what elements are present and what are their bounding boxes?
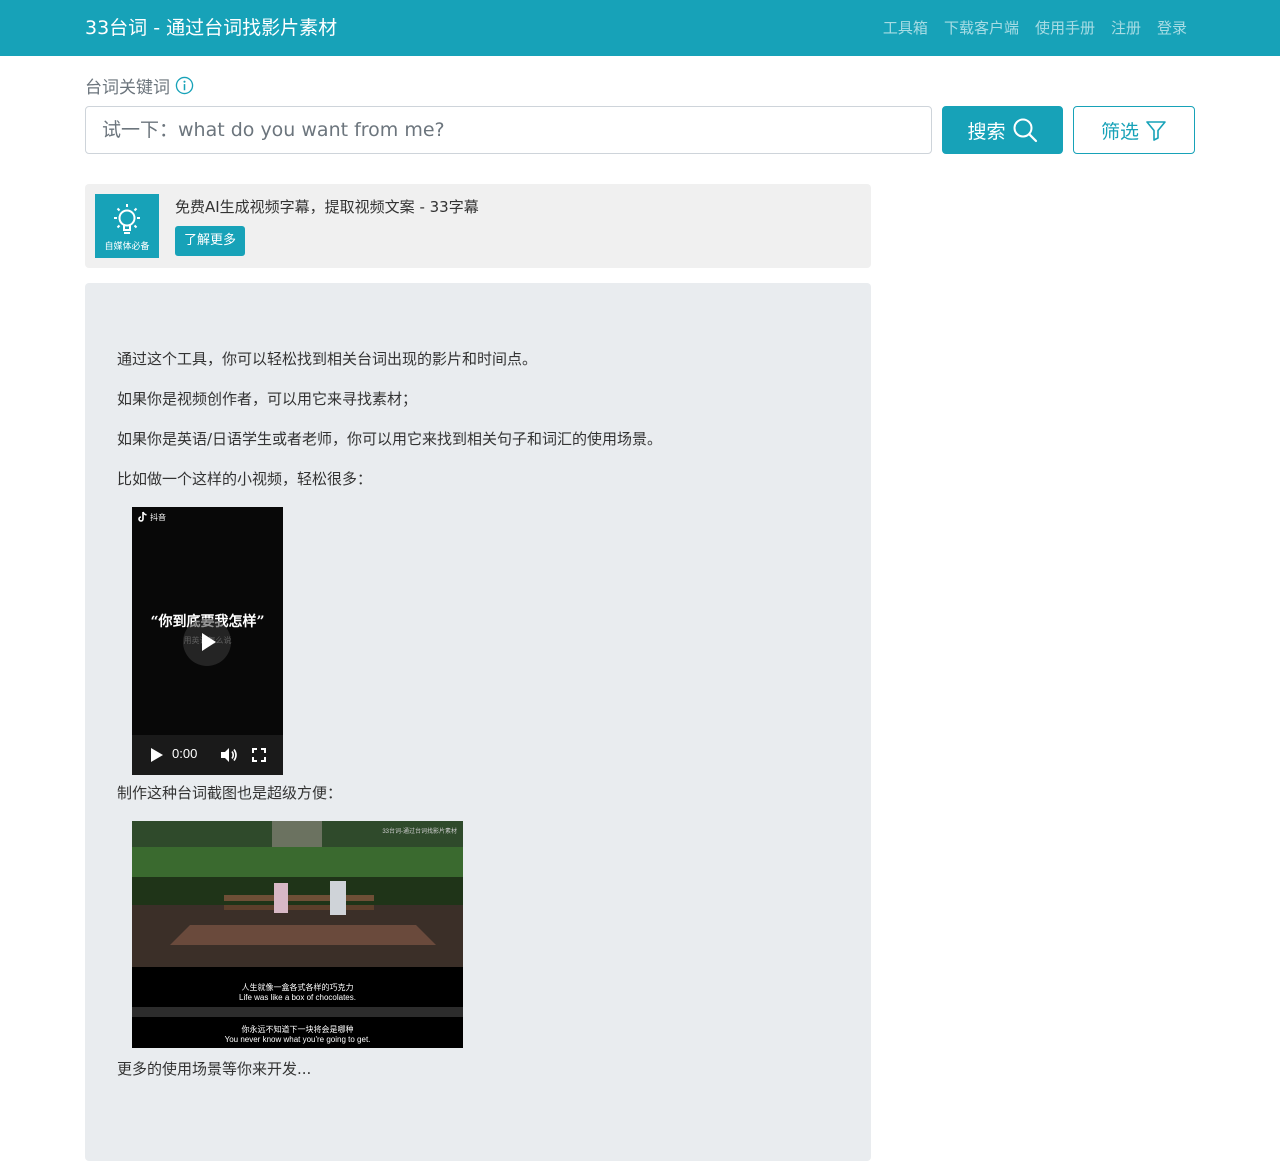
screenshot-watermark: 33台词-通过台词找影片素材 (382, 829, 457, 835)
intro-paragraph: 通过这个工具，你可以轻松找到相关台词出现的影片和时间点。 (117, 350, 538, 368)
subtitle-2-english: You never know what you're going to get. (224, 1035, 371, 1044)
subtitle-divider (132, 1007, 463, 1017)
ad-learn-more-button[interactable]: 了解更多 (175, 226, 246, 256)
play-icon[interactable] (149, 747, 165, 763)
video-brand: 抖音 (150, 513, 166, 522)
info-icon[interactable] (175, 76, 194, 95)
subtitle-2-chinese: 你永远不知道下一块将会是哪种 (241, 1025, 354, 1034)
filter-button[interactable]: 筛选 (1073, 106, 1195, 154)
play-overlay-icon[interactable] (182, 617, 232, 667)
volume-icon[interactable] (220, 747, 238, 763)
subtitle-1-chinese: 人生就像一盒各式各样的巧克力 (241, 983, 354, 992)
movie-screenshot: 33台词-通过台词找影片素材 人生就像一盒各式各样的巧克力 Life was l… (132, 821, 463, 1048)
filter-button-label: 筛选 (1100, 120, 1139, 143)
ad-logo[interactable]: 自媒体必备 (95, 194, 159, 258)
search-input[interactable] (85, 106, 932, 154)
keyword-label-text: 台词关键词 (85, 78, 170, 98)
intro-paragraph: 比如做一个这样的小视频，轻松很多： (117, 470, 373, 488)
intro-paragraph: 如果你是视频创作者，可以用它来寻找素材； (117, 390, 418, 408)
nav-login[interactable]: 登录 (1157, 17, 1187, 39)
filter-icon (1146, 121, 1166, 141)
keyword-label: 台词关键词 (85, 73, 194, 98)
nav-links: 工具箱 下载客户端 使用手册 注册 登录 (883, 17, 1187, 39)
intro-paragraph: 如果你是英语/日语学生或者老师，你可以用它来找到相关句子和词汇的使用场景。 (117, 430, 663, 448)
park-bench-scene-image (132, 821, 463, 967)
ad-title[interactable]: 免费AI生成视频字幕，提取视频文案 - 33字幕 (175, 196, 479, 217)
tiktok-icon (138, 511, 147, 522)
search-button[interactable]: 搜索 (942, 106, 1063, 154)
subtitle-1-english: Life was like a box of chocolates. (239, 993, 356, 1002)
brand-title[interactable]: 33台词 - 通过台词找影片素材 (85, 14, 337, 42)
ad-banner: 自媒体必备 免费AI生成视频字幕，提取视频文案 - 33字幕 了解更多 (85, 184, 871, 268)
ad-logo-text: 自媒体必备 (104, 242, 150, 252)
top-navbar: 33台词 - 通过台词找影片素材 工具箱 下载客户端 使用手册 注册 登录 (0, 0, 1280, 56)
nav-toolbox[interactable]: 工具箱 (883, 17, 928, 39)
search-icon (1013, 118, 1037, 143)
search-button-label: 搜索 (967, 120, 1006, 143)
screenshot-label: 制作这种台词截图也是超级方便： (117, 784, 343, 802)
video-time: 0:00 (172, 746, 198, 761)
fullscreen-icon[interactable] (252, 748, 266, 762)
nav-manual[interactable]: 使用手册 (1035, 17, 1095, 39)
demo-video[interactable]: 抖音 “你到底要我怎样” 用英语怎么说 0:00 (132, 507, 283, 775)
nav-register[interactable]: 注册 (1111, 17, 1141, 39)
outro-text: 更多的使用场景等你来开发... (117, 1060, 312, 1078)
intro-panel: 通过这个工具，你可以轻松找到相关台词出现的影片和时间点。 如果你是视频创作者，可… (85, 283, 871, 1161)
nav-download-client[interactable]: 下载客户端 (944, 17, 1019, 39)
video-controls: 0:00 (132, 735, 283, 775)
